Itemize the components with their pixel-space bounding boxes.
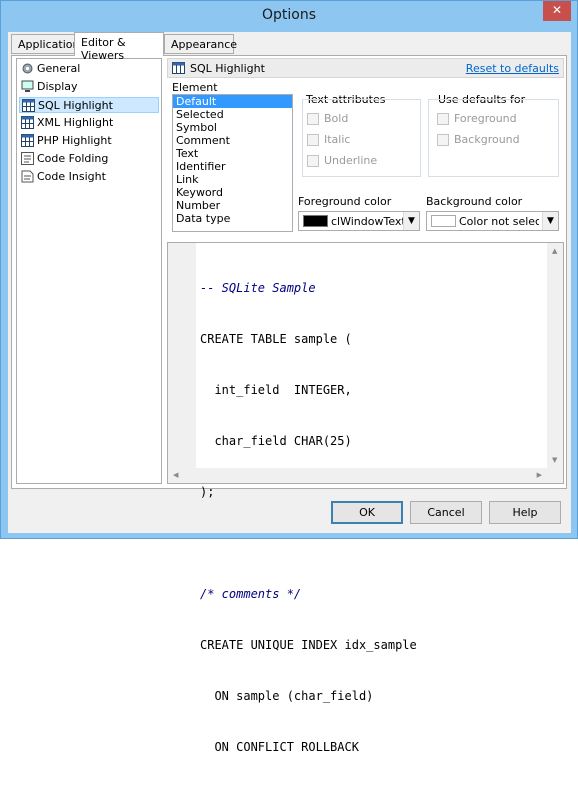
scrollbar-corner — [547, 468, 563, 483]
tree-item-code-insight[interactable]: Code Insight — [19, 169, 159, 185]
list-item[interactable]: Data type — [173, 212, 292, 225]
list-item[interactable]: Identifier — [173, 160, 292, 173]
list-item[interactable]: Keyword — [173, 186, 292, 199]
code-line: ); — [200, 485, 215, 499]
code-line: ON CONFLICT ROLLBACK — [200, 740, 359, 754]
list-item[interactable]: Symbol — [173, 121, 292, 134]
tab-page: General Display SQL Highlight XML Highli… — [11, 55, 567, 754]
checkbox-box — [437, 134, 449, 146]
list-item[interactable]: Number — [173, 199, 292, 212]
tab-label: Application — [18, 38, 80, 51]
grid-icon — [21, 134, 34, 147]
code-line: /* comments */ — [200, 587, 302, 601]
code-line: ON sample (char_field) — [200, 689, 374, 703]
color-swatch — [431, 215, 456, 227]
panel-title: SQL Highlight — [190, 62, 265, 75]
tab-editor-viewers[interactable]: Editor & Viewers — [74, 32, 164, 62]
combo-value: clWindowText — [331, 215, 406, 228]
checkbox-label: Underline — [324, 154, 378, 167]
background-default-checkbox[interactable]: Background — [437, 133, 520, 147]
tree-item-label: XML Highlight — [37, 116, 114, 129]
checkbox-box — [307, 113, 319, 125]
foreground-color-combo[interactable]: clWindowText ▼ — [298, 211, 420, 231]
code-preview[interactable]: -- SQLite Sample CREATE TABLE sample ( i… — [167, 242, 564, 754]
help-button[interactable]: Help — [489, 501, 561, 524]
code-line: int_field INTEGER, — [200, 383, 352, 397]
scroll-right-icon[interactable]: ▶ — [537, 471, 542, 479]
list-item[interactable]: Comment — [173, 134, 292, 147]
italic-checkbox[interactable]: Italic — [307, 133, 350, 147]
element-list[interactable]: Default Selected Symbol Comment Text Ide… — [172, 94, 293, 232]
checkbox-box — [307, 155, 319, 167]
checkbox-box — [437, 113, 449, 125]
tree-item-label: Code Insight — [37, 170, 106, 183]
tree-item-sql-highlight[interactable]: SQL Highlight — [19, 97, 159, 113]
vertical-scrollbar[interactable]: ▲ ▼ — [547, 243, 563, 468]
scroll-left-icon[interactable]: ◀ — [173, 471, 178, 479]
list-item[interactable]: Link — [173, 173, 292, 186]
tree-item-xml-highlight[interactable]: XML Highlight — [19, 115, 159, 131]
display-icon — [21, 80, 34, 92]
underline-checkbox[interactable]: Underline — [307, 154, 377, 168]
editor-gutter — [168, 243, 196, 468]
tab-label: Editor & Viewers — [81, 36, 126, 62]
code-line: char_field CHAR(25) — [200, 434, 352, 448]
grid-icon — [21, 116, 34, 129]
foreground-color-label: Foreground color — [298, 195, 392, 208]
category-tree[interactable]: General Display SQL Highlight XML Highli… — [16, 58, 162, 484]
bold-checkbox[interactable]: Bold — [307, 112, 348, 126]
title-bar[interactable]: Options ✕ — [1, 1, 577, 31]
tree-item-code-folding[interactable]: Code Folding — [19, 151, 159, 167]
insight-icon — [21, 170, 34, 183]
code-line: CREATE UNIQUE INDEX idx_sample — [200, 638, 417, 652]
color-swatch — [303, 215, 328, 227]
horizontal-scrollbar[interactable]: ◀ ▶ — [168, 468, 547, 483]
folding-icon — [21, 152, 34, 165]
code-line: -- SQLite Sample — [200, 281, 316, 295]
list-item[interactable]: Text — [173, 147, 292, 160]
grid-icon — [22, 99, 35, 112]
ok-button[interactable]: OK — [331, 501, 403, 524]
tree-item-label: SQL Highlight — [38, 99, 113, 112]
tree-item-display[interactable]: Display — [19, 79, 159, 95]
tab-label: Appearance — [171, 38, 238, 51]
client-area: Application Editor & Viewers Appearance … — [8, 32, 571, 754]
list-item[interactable]: Selected — [173, 108, 292, 121]
gear-icon — [22, 63, 33, 74]
close-button[interactable]: ✕ — [543, 1, 571, 21]
options-window: Options ✕ Application Editor & Viewers A… — [0, 0, 578, 754]
panel-header: SQL Highlight Reset to defaults — [167, 58, 564, 78]
checkbox-label: Italic — [324, 133, 351, 146]
tree-item-label: Display — [37, 80, 78, 93]
checkbox-label: Background — [454, 133, 520, 146]
scroll-down-icon[interactable]: ▼ — [552, 456, 557, 464]
chevron-down-icon[interactable]: ▼ — [542, 212, 558, 230]
background-color-label: Background color — [426, 195, 523, 208]
tree-item-label: PHP Highlight — [37, 134, 112, 147]
grid-icon — [172, 62, 185, 74]
combo-value: Color not selected — [459, 215, 539, 228]
scroll-up-icon[interactable]: ▲ — [552, 247, 557, 255]
element-label: Element — [172, 81, 218, 94]
foreground-default-checkbox[interactable]: Foreground — [437, 112, 517, 126]
window-title: Options — [261, 7, 317, 23]
checkbox-box — [307, 134, 319, 146]
chevron-down-icon[interactable]: ▼ — [403, 212, 419, 230]
checkbox-label: Bold — [324, 112, 349, 125]
tree-item-label: General — [37, 62, 81, 75]
list-item[interactable]: Default — [173, 95, 292, 108]
reset-to-defaults-link[interactable]: Reset to defaults — [466, 62, 559, 75]
tab-application[interactable]: Application — [11, 34, 79, 54]
checkbox-label: Foreground — [454, 112, 517, 125]
tree-item-general[interactable]: General — [19, 61, 159, 77]
tree-item-php-highlight[interactable]: PHP Highlight — [19, 133, 159, 149]
tab-appearance[interactable]: Appearance — [164, 34, 238, 54]
background-color-combo[interactable]: Color not selected ▼ — [426, 211, 559, 231]
cancel-button[interactable]: Cancel — [410, 501, 482, 524]
code-line: CREATE TABLE sample ( — [200, 332, 352, 346]
tree-item-label: Code Folding — [37, 152, 109, 165]
